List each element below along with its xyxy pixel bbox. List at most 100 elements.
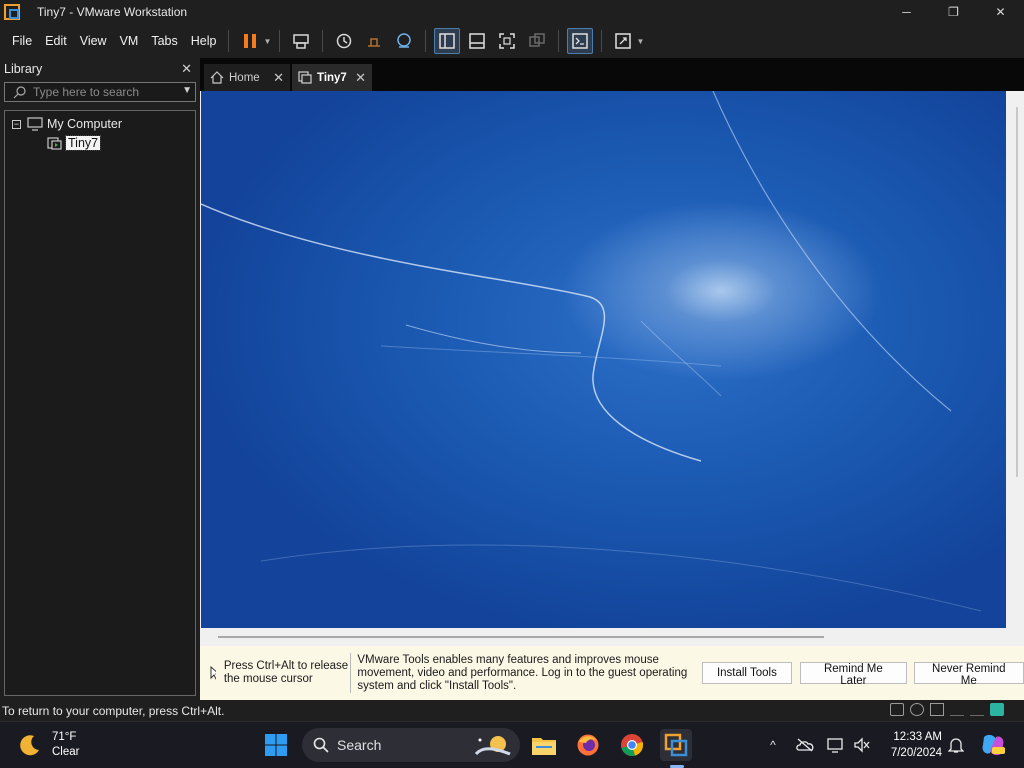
pause-icon bbox=[244, 34, 257, 48]
mouse-cursor-icon bbox=[210, 666, 216, 680]
vm-screen-desktop[interactable] bbox=[201, 91, 1006, 628]
display-icon[interactable] bbox=[827, 736, 845, 754]
weather-condition: Clear bbox=[52, 746, 80, 758]
tab-home-close-icon[interactable]: ✕ bbox=[273, 70, 284, 86]
vmware-taskbar-button[interactable] bbox=[660, 729, 692, 761]
toolbar-separator bbox=[558, 30, 560, 52]
menu-vm[interactable]: VM bbox=[114, 34, 145, 48]
vm-console bbox=[200, 91, 1024, 646]
search-highlight-icon bbox=[474, 736, 511, 756]
status-text: To return to your computer, press Ctrl+A… bbox=[2, 703, 225, 718]
console-icon bbox=[572, 33, 589, 49]
firefox-icon bbox=[577, 734, 599, 756]
unity-button[interactable] bbox=[524, 28, 550, 54]
tab-tiny7-close-icon[interactable]: ✕ bbox=[355, 70, 366, 86]
chrome-icon bbox=[621, 734, 644, 756]
collapse-icon[interactable]: − bbox=[12, 119, 21, 129]
menu-file[interactable]: File bbox=[6, 34, 38, 48]
cd-drive-icon[interactable] bbox=[910, 703, 924, 716]
sound-card-icon[interactable] bbox=[970, 703, 984, 716]
vertical-scrollbar[interactable] bbox=[1016, 107, 1018, 477]
library-title: Library bbox=[4, 62, 43, 76]
take-snapshot-button[interactable] bbox=[331, 28, 357, 54]
console-view-button[interactable] bbox=[567, 28, 594, 54]
hard-disk-icon[interactable] bbox=[890, 703, 904, 716]
start-button[interactable] bbox=[260, 729, 292, 761]
toolbar-separator bbox=[322, 30, 324, 52]
firefox-button[interactable] bbox=[572, 729, 604, 761]
keyboard-icon bbox=[293, 34, 310, 49]
usb-icon[interactable] bbox=[950, 703, 964, 716]
library-close-icon[interactable]: ✕ bbox=[181, 61, 192, 77]
thumbnail-panel-icon bbox=[469, 33, 486, 49]
clock-time: 12:33 AM bbox=[893, 731, 942, 743]
tab-strip: Home ✕ Tiny7 ✕ bbox=[200, 58, 1024, 91]
tab-home[interactable]: Home ✕ bbox=[204, 64, 290, 91]
tools-message: VMware Tools enables many features and i… bbox=[357, 653, 688, 692]
toolbar-separator bbox=[425, 30, 427, 52]
search-dropdown-icon[interactable]: ▼ bbox=[182, 85, 192, 96]
horizontal-scrollbar[interactable] bbox=[218, 636, 824, 638]
taskbar-search[interactable] bbox=[302, 728, 520, 762]
onedrive-icon[interactable] bbox=[796, 736, 814, 754]
install-tools-button[interactable]: Install Tools bbox=[701, 662, 793, 684]
tab-tiny7-label: Tiny7 bbox=[317, 71, 347, 84]
remind-me-later-button[interactable]: Remind Me Later bbox=[800, 662, 907, 687]
stretch-dropdown-icon[interactable]: ▼ bbox=[636, 37, 646, 46]
file-explorer-button[interactable] bbox=[528, 729, 560, 761]
menu-view[interactable]: View bbox=[74, 34, 113, 48]
notification-bar: Press Ctrl+Alt to release the mouse curs… bbox=[200, 646, 1024, 700]
menu-tabs[interactable]: Tabs bbox=[145, 34, 183, 48]
notification-bell-icon[interactable] bbox=[947, 736, 965, 754]
tray-chevron-icon[interactable]: ^ bbox=[764, 736, 782, 754]
maximize-button[interactable]: ❐ bbox=[930, 0, 977, 24]
volume-muted-icon[interactable] bbox=[853, 736, 871, 754]
title-bar: Tiny7 - VMware Workstation ─ ❐ ✕ bbox=[0, 0, 1024, 24]
snapshot-manager-button[interactable] bbox=[391, 28, 417, 54]
tree-item-my-computer[interactable]: − My Computer bbox=[5, 115, 195, 133]
menu-edit[interactable]: Edit bbox=[39, 34, 73, 48]
pause-button[interactable] bbox=[237, 28, 263, 54]
message-log-icon[interactable] bbox=[990, 703, 1004, 716]
menu-toolbar: File Edit View VM Tabs Help ▼ ▼ bbox=[0, 24, 1024, 58]
never-remind-me-button[interactable]: Never Remind Me bbox=[913, 662, 1024, 687]
stretch-guest-button[interactable] bbox=[610, 28, 636, 54]
unity-icon bbox=[529, 33, 546, 47]
search-icon bbox=[13, 86, 26, 99]
minimize-button[interactable]: ─ bbox=[883, 0, 930, 24]
tree-item-tiny7[interactable]: Tiny7 bbox=[47, 134, 195, 152]
close-button[interactable]: ✕ bbox=[977, 0, 1024, 24]
library-panel: Library ✕ ▼ − My Computer Tiny7 bbox=[0, 58, 200, 700]
release-hint: Press Ctrl+Alt to release the mouse curs… bbox=[200, 653, 352, 693]
search-icon bbox=[313, 737, 329, 753]
weather-widget[interactable]: 71°F Clear bbox=[18, 730, 79, 760]
tab-tiny7[interactable]: Tiny7 ✕ bbox=[292, 64, 372, 91]
taskbar-clock[interactable]: 12:33 AM 7/20/2024 bbox=[884, 729, 942, 761]
release-hint-text: Press Ctrl+Alt to release the mouse curs… bbox=[223, 660, 349, 685]
menu-help[interactable]: Help bbox=[185, 34, 223, 48]
send-ctrl-alt-del-button[interactable] bbox=[288, 28, 314, 54]
library-search-input[interactable] bbox=[33, 85, 183, 99]
toolbar-separator bbox=[601, 30, 603, 52]
taskbar-search-input[interactable] bbox=[337, 737, 457, 753]
library-search: ▼ bbox=[4, 82, 196, 102]
snapshot-manager-icon bbox=[397, 33, 412, 48]
library-panel-icon bbox=[439, 33, 456, 49]
full-screen-button[interactable] bbox=[494, 28, 520, 54]
clock-date: 7/20/2024 bbox=[890, 747, 942, 759]
library-tree: − My Computer Tiny7 bbox=[4, 110, 196, 696]
tree-label-my-computer: My Computer bbox=[47, 117, 123, 131]
vm-tab-icon bbox=[298, 71, 312, 84]
copilot-icon[interactable] bbox=[980, 733, 1006, 757]
thumbnail-bar-button[interactable] bbox=[464, 28, 490, 54]
weather-temp: 71°F bbox=[52, 731, 77, 743]
computer-icon bbox=[27, 117, 43, 131]
revert-icon bbox=[368, 38, 381, 47]
chrome-button[interactable] bbox=[616, 729, 648, 761]
revert-snapshot-button[interactable] bbox=[361, 28, 387, 54]
windows-taskbar: 71°F Clear ^ 12:33 AM 7/20/2024 bbox=[0, 721, 1024, 768]
show-library-button[interactable] bbox=[434, 28, 461, 54]
pause-dropdown-icon[interactable]: ▼ bbox=[263, 37, 273, 46]
network-adapter-icon[interactable] bbox=[930, 703, 944, 716]
vmware-icon bbox=[664, 733, 688, 757]
